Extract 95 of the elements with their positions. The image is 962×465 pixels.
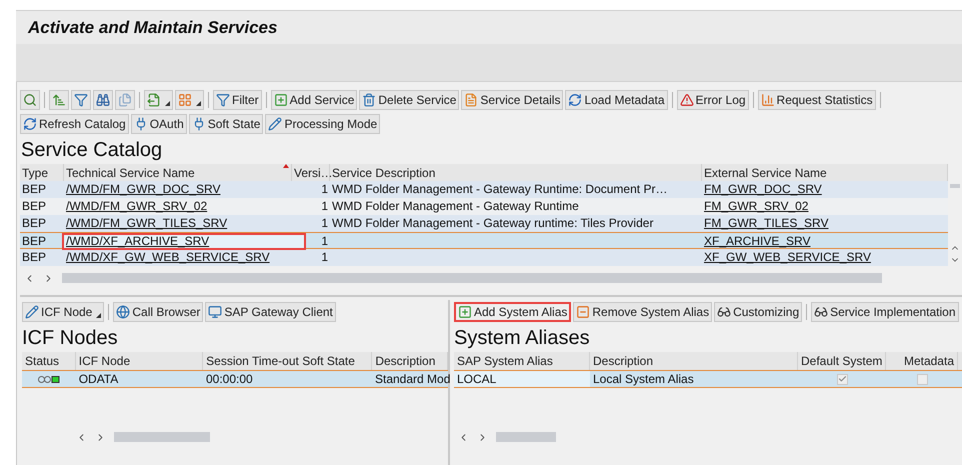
toolbar-button[interactable]: Remove System Alias — [573, 302, 712, 322]
search-button[interactable] — [20, 90, 40, 110]
toolbar-button[interactable]: OAuth — [130, 114, 187, 134]
filter-icon — [74, 93, 88, 107]
globe-icon — [116, 305, 130, 319]
refresh-icon — [23, 117, 37, 131]
table-cell-text: Local System Alias — [592, 371, 695, 387]
toolbar-button[interactable]: Add Service — [270, 90, 358, 110]
table-cell-text: BEP — [21, 215, 48, 232]
monitor-icon — [208, 305, 222, 319]
bar-chart-icon — [760, 93, 775, 107]
toolbar-button[interactable]: Customizing — [714, 302, 802, 322]
toolbar-button[interactable]: Add System Alias — [454, 302, 572, 322]
table-cell: WMD Folder Management - Gateway Runtime — [332, 199, 579, 213]
table-cell-text: ODATA — [78, 371, 120, 387]
glasses-icon — [717, 305, 732, 319]
filter-icon — [216, 93, 230, 107]
refresh-icon — [568, 93, 582, 107]
section-title: Service Catalog — [20, 138, 164, 163]
remove-icon — [576, 305, 590, 319]
table-cell-text: 00:00:00 — [204, 371, 254, 387]
glasses-icon — [814, 305, 828, 319]
binoculars-button[interactable] — [93, 90, 113, 110]
service-link[interactable]: /WMD/XF_GW_WEB_SERVICE_SRV — [66, 249, 290, 265]
documents-icon — [118, 93, 132, 107]
pencil-icon — [268, 117, 282, 131]
table-cell: LOCAL — [454, 371, 590, 387]
trash-icon — [362, 93, 376, 107]
toolbar-button[interactable]: Request Statistics — [758, 90, 876, 110]
scrollbar-thumb[interactable] — [62, 273, 882, 283]
section-title: System Aliases — [454, 326, 591, 351]
sort-button[interactable] — [49, 90, 69, 110]
export-button[interactable] — [144, 90, 173, 110]
status-indicator-icon — [38, 376, 60, 382]
table-row[interactable]: ODATA 00:00:00 Standard Mod — [22, 370, 448, 388]
checkbox[interactable] — [916, 374, 928, 384]
table-cell: WMD Folder Management - Gateway Runtime: Document Pr… — [332, 182, 668, 196]
toolbar-button[interactable]: Service Implementation — [811, 302, 959, 322]
service-link[interactable]: FM_GWR_SRV_02 — [704, 199, 808, 213]
toolbar-button[interactable]: Delete Service — [359, 90, 460, 110]
table-cell-text: 1 — [320, 181, 329, 198]
add-icon — [274, 93, 288, 107]
pencil-icon — [25, 305, 39, 319]
service-link[interactable]: XF_ARCHIVE_SRV — [704, 234, 810, 248]
section-title: ICF Nodes — [22, 326, 119, 351]
dropdown-corner-icon — [96, 313, 102, 318]
toolbar-button[interactable]: Soft State — [188, 114, 264, 134]
service-link[interactable]: /WMD/FM_GWR_DOC_SRV — [66, 181, 290, 197]
toolbar-button[interactable]: Load Metadata — [565, 90, 668, 110]
grid-button[interactable] — [175, 90, 204, 110]
toolbar-button[interactable]: ICF Node — [22, 302, 104, 322]
table-cell-text: BEP — [21, 233, 48, 248]
dropdown-corner-icon — [165, 101, 170, 106]
table-row[interactable]: BEP /WMD/FM_GWR_TILES_SRV 1 WMD Folder Management - Gateway runtime: Tiles Provider FM_GWR_TILES_SRV — [20, 215, 948, 232]
toolbar-button[interactable]: Service Details — [461, 90, 564, 110]
table-cell-text: 1 — [320, 198, 329, 215]
toolbar-button[interactable]: Processing Mode — [265, 114, 380, 134]
grid-icon — [178, 93, 192, 107]
table-row[interactable]: LOCAL Local System Alias — [454, 370, 962, 388]
service-link[interactable]: FM_GWR_TILES_SRV — [704, 216, 828, 230]
document-icon — [464, 93, 478, 107]
service-link[interactable]: XF_GW_WEB_SERVICE_SRV — [704, 250, 871, 264]
filter-button[interactable] — [71, 90, 91, 110]
toolbar-button[interactable]: Filter — [213, 90, 262, 110]
warning-icon — [680, 93, 694, 107]
table-cell-text: BEP — [21, 181, 48, 198]
table-cell-text: BEP — [21, 249, 48, 266]
toolbar-button[interactable]: Refresh Catalog — [20, 114, 129, 134]
checkbox[interactable] — [836, 374, 848, 384]
service-link[interactable]: /WMD/FM_GWR_SRV_02 — [66, 198, 290, 214]
service-link[interactable]: /WMD/FM_GWR_TILES_SRV — [66, 215, 290, 231]
table-cell-text: 1 — [320, 249, 329, 266]
table-cell-text: 1 — [320, 215, 329, 232]
table-row[interactable]: BEP /WMD/XF_ARCHIVE_SRV 1 XF_ARCHIVE_SRV — [20, 232, 948, 249]
scrollbar-thumb[interactable] — [114, 432, 210, 442]
dropdown-corner-icon — [196, 101, 201, 106]
table-cell: WMD Folder Management - Gateway runtime: Tiles Provider — [332, 216, 654, 230]
title-bar: Activate and Maintain Services — [16, 10, 962, 44]
table-row[interactable]: BEP /WMD/XF_GW_WEB_SERVICE_SRV 1 XF_GW_WEB_SERVICE_SRV — [20, 249, 948, 266]
sort-indicator-icon — [283, 164, 289, 168]
toolbar-button[interactable]: SAP Gateway Client — [205, 302, 336, 322]
binoculars-icon — [96, 93, 110, 107]
toolbar-button[interactable]: Error Log — [676, 90, 749, 110]
scrollbar-thumb[interactable] — [496, 432, 556, 442]
sort-icon — [52, 93, 66, 107]
table-row[interactable]: BEP /WMD/FM_GWR_DOC_SRV 1 WMD Folder Management - Gateway Runtime: Document Pr… FM_GWR_DOC_SRV — [20, 181, 948, 198]
table-cell-text: BEP — [21, 198, 48, 215]
table-cell-text: Standard Mod — [374, 371, 448, 387]
table-cell-text: 1 — [320, 233, 329, 248]
service-link[interactable]: /WMD/XF_ARCHIVE_SRV — [62, 233, 306, 250]
toolbar-button[interactable]: Call Browser — [113, 302, 204, 322]
export-icon — [147, 93, 161, 107]
service-link[interactable]: FM_GWR_DOC_SRV — [704, 182, 822, 196]
search-icon — [23, 93, 37, 107]
add-icon — [458, 305, 472, 319]
